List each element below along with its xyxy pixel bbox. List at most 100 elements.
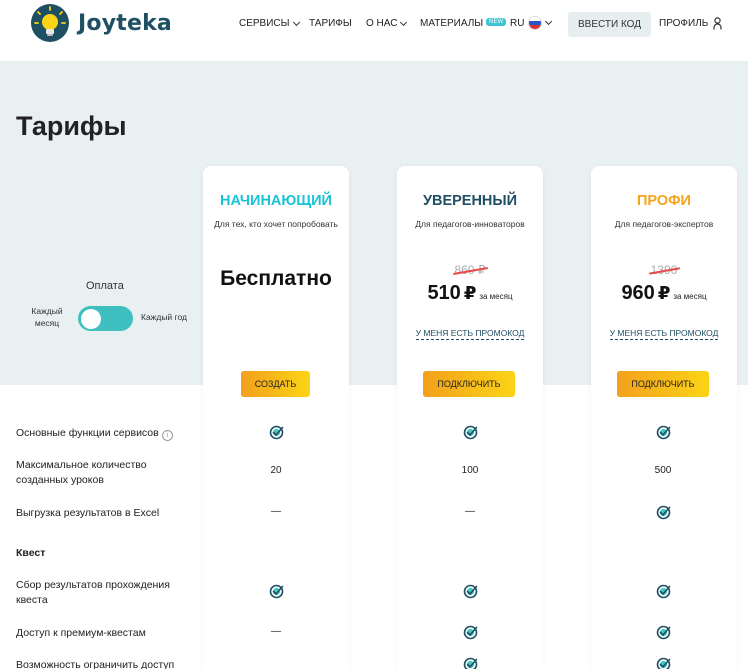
brand-logo[interactable]: Joyteka <box>30 3 172 43</box>
toggle-knob <box>81 308 101 329</box>
feature-label-text: Возможность ограничить доступ <box>16 659 175 669</box>
nav-about[interactable]: О НАС <box>366 18 408 29</box>
promo-code-link[interactable]: У МЕНЯ ЕСТЬ ПРОМОКОД <box>591 328 737 340</box>
connect-button[interactable]: ПОДКЛЮЧИТЬ <box>617 371 709 397</box>
price-currency: ₽ <box>657 283 671 303</box>
price-currency: ₽ <box>463 283 477 303</box>
language-selector[interactable]: RU <box>510 16 553 30</box>
nav-services[interactable]: СЕРВИСЫ <box>239 18 300 29</box>
plan-title: ПРОФИ <box>637 193 691 209</box>
promo-code-link[interactable]: У МЕНЯ ЕСТЬ ПРОМОКОД <box>397 328 543 340</box>
feature-value: — <box>271 626 281 637</box>
check-icon <box>463 625 477 640</box>
feature-value: 100 <box>461 465 479 476</box>
check-icon <box>656 425 670 440</box>
feature-cell <box>643 505 683 523</box>
feature-label: Сбор результатов прохождения квеста <box>16 578 196 608</box>
feature-cell <box>450 657 490 669</box>
lightbulb-logo-icon <box>31 4 69 42</box>
feature-label: Возможность ограничить доступ <box>16 658 196 669</box>
feature-label: Максимальное количество созданных уроков <box>16 458 196 488</box>
plan-title: НАЧИНАЮЩИЙ <box>220 193 332 209</box>
feature-label-text: Выгрузка результатов в Excel <box>16 507 160 519</box>
feature-value: 500 <box>654 465 672 476</box>
check-icon <box>656 505 670 520</box>
payment-period-toggle[interactable] <box>78 306 133 331</box>
feature-cell: — <box>256 626 296 637</box>
plan-price: 960 ₽ за месяц <box>591 282 737 305</box>
feature-cell <box>643 584 683 602</box>
check-icon <box>656 584 670 599</box>
feature-cell <box>256 425 296 443</box>
feature-cell <box>643 425 683 443</box>
language-label: RU <box>510 17 525 29</box>
create-button[interactable]: СОЗДАТЬ <box>241 371 310 397</box>
check-icon <box>463 425 477 440</box>
profile-label: ПРОФИЛЬ <box>659 18 709 29</box>
feature-cell <box>450 584 490 602</box>
check-icon <box>463 657 477 669</box>
chevron-down-icon <box>545 17 553 26</box>
connect-button[interactable]: ПОДКЛЮЧИТЬ <box>423 371 515 397</box>
price-period: за месяц <box>673 292 707 301</box>
check-icon <box>463 584 477 599</box>
promo-code-label: У МЕНЯ ЕСТЬ ПРОМОКОД <box>609 328 719 340</box>
info-icon[interactable]: i <box>161 430 173 441</box>
feature-cell: 20 <box>256 465 296 476</box>
feature-value: — <box>465 506 475 517</box>
plan-old-price: 860 ₽ <box>397 263 543 277</box>
feature-cell <box>256 584 296 602</box>
user-icon <box>713 17 722 30</box>
nav-materials-label: МАТЕРИАЛЫ <box>420 18 484 29</box>
enter-code-button[interactable]: ВВЕСТИ КОД <box>568 12 651 37</box>
feature-section-title: Квест <box>16 546 196 561</box>
plan-subtitle: Для тех, кто хочет попробовать <box>214 219 338 229</box>
page-title: Тарифы <box>16 111 127 141</box>
feature-cell <box>450 625 490 643</box>
feature-label: Выгрузка результатов в Excel <box>16 506 196 521</box>
feature-cell <box>450 425 490 443</box>
site-header: Joyteka СЕРВИСЫ ТАРИФЫ О НАС МАТЕРИАЛЫ N… <box>0 0 748 60</box>
feature-label-text: Сбор результатов прохождения квеста <box>16 579 170 606</box>
new-badge: NEW <box>486 17 507 26</box>
feature-label: Основные функции сервисов i <box>16 426 196 441</box>
payment-yearly-label[interactable]: Каждый год <box>141 312 187 322</box>
brand-name: Joyteka <box>78 10 172 36</box>
feature-label-text: Максимальное количество созданных уроков <box>16 459 147 486</box>
nav-tariffs[interactable]: ТАРИФЫ <box>309 18 352 29</box>
payment-label: Оплата <box>86 280 124 292</box>
plan-price: 510 ₽ за месяц <box>397 282 543 305</box>
plan-price-free: Бесплатно <box>220 267 332 290</box>
feature-cell: 100 <box>450 465 490 476</box>
feature-value: — <box>271 506 281 517</box>
check-icon <box>269 425 283 440</box>
feature-cell <box>643 625 683 643</box>
feature-label-text: Квест <box>16 547 46 559</box>
feature-label-text: Доступ к премиум-квестам <box>16 627 146 639</box>
promo-code-label: У МЕНЯ ЕСТЬ ПРОМОКОД <box>415 328 525 340</box>
check-icon <box>656 625 670 640</box>
feature-label: Доступ к премиум-квестам <box>16 626 196 641</box>
plan-subtitle: Для педагогов-экспертов <box>614 219 714 229</box>
plan-title: УВЕРЕННЫЙ <box>422 193 518 209</box>
russia-flag-icon <box>528 16 543 30</box>
nav-services-label: СЕРВИСЫ <box>239 18 290 29</box>
old-price-value: 860 ₽ <box>454 263 486 277</box>
chevron-down-icon <box>292 18 300 26</box>
old-price-value: 1390 <box>650 263 678 277</box>
nav-tariffs-label: ТАРИФЫ <box>309 18 352 29</box>
nav-about-label: О НАС <box>366 18 398 29</box>
feature-cell: — <box>256 506 296 517</box>
check-icon <box>269 584 283 599</box>
feature-cell: — <box>450 506 490 517</box>
profile-link[interactable]: ПРОФИЛЬ <box>659 17 722 30</box>
price-value: 510 <box>427 282 461 304</box>
check-icon <box>656 657 670 669</box>
price-period: за месяц <box>479 292 513 301</box>
plan-old-price: 1390 <box>591 263 737 277</box>
feature-label-text: Основные функции сервисов <box>16 427 159 439</box>
plan-subtitle: Для педагогов-инноваторов <box>415 219 525 229</box>
payment-monthly-label[interactable]: Каждый месяц <box>26 305 68 329</box>
feature-cell: 500 <box>643 465 683 476</box>
nav-materials[interactable]: МАТЕРИАЛЫ NEW <box>420 17 507 29</box>
